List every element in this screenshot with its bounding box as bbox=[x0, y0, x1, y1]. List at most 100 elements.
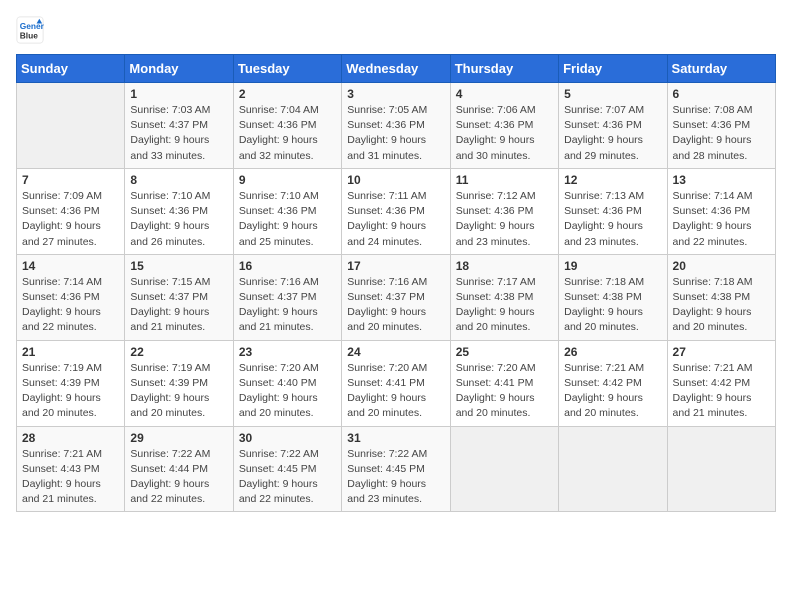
week-row-1: 7Sunrise: 7:09 AMSunset: 4:36 PMDaylight… bbox=[17, 168, 776, 254]
day-cell bbox=[450, 426, 558, 512]
day-cell: 1 Sunrise: 7:03 AMSunset: 4:37 PMDaylight… bbox=[125, 83, 233, 169]
day-cell bbox=[17, 83, 125, 169]
day-info: Sunrise: 7:04 AMSunset: 4:36 PMDaylight:… bbox=[239, 103, 336, 164]
day-number: 25 bbox=[456, 345, 553, 359]
day-number: 10 bbox=[347, 173, 444, 187]
weekday-header-saturday: Saturday bbox=[667, 55, 775, 83]
day-cell: 15 Sunrise: 7:15 AMSunset: 4:37 PMDayligh… bbox=[125, 254, 233, 340]
day-cell: 16 Sunrise: 7:16 AMSunset: 4:37 PMDayligh… bbox=[233, 254, 341, 340]
calendar-table: SundayMondayTuesdayWednesdayThursdayFrid… bbox=[16, 54, 776, 512]
day-cell: 26Sunrise: 7:21 AMSunset: 4:42 PMDayligh… bbox=[559, 340, 667, 426]
day-number: 20 bbox=[673, 259, 770, 273]
weekday-header-friday: Friday bbox=[559, 55, 667, 83]
day-info: Sunrise: 7:19 AMSunset: 4:39 PMDaylight:… bbox=[130, 361, 227, 422]
day-cell: 21 Sunrise: 7:19 AMSunset: 4:39 PMDayligh… bbox=[17, 340, 125, 426]
day-number: 18 bbox=[456, 259, 553, 273]
day-info: Sunrise: 7:03 AMSunset: 4:37 PMDaylight:… bbox=[130, 103, 227, 164]
week-row-3: 21 Sunrise: 7:19 AMSunset: 4:39 PMDayligh… bbox=[17, 340, 776, 426]
day-cell: 27 Sunrise: 7:21 AMSunset: 4:42 PMDayligh… bbox=[667, 340, 775, 426]
day-number: 16 bbox=[239, 259, 336, 273]
day-info: Sunrise: 7:08 AMSunset: 4:36 PMDaylight:… bbox=[673, 103, 770, 164]
day-number: 13 bbox=[673, 173, 770, 187]
day-info: Sunrise: 7:21 AMSunset: 4:43 PMDaylight:… bbox=[22, 447, 119, 508]
day-cell: 28 Sunrise: 7:21 AMSunset: 4:43 PMDayligh… bbox=[17, 426, 125, 512]
day-info: Sunrise: 7:22 AMSunset: 4:45 PMDaylight:… bbox=[347, 447, 444, 508]
day-info: Sunrise: 7:21 AMSunset: 4:42 PMDaylight:… bbox=[564, 361, 661, 422]
day-info: Sunrise: 7:20 AMSunset: 4:41 PMDaylight:… bbox=[456, 361, 553, 422]
day-cell: 11 Sunrise: 7:12 AMSunset: 4:36 PMDayligh… bbox=[450, 168, 558, 254]
weekday-header-wednesday: Wednesday bbox=[342, 55, 450, 83]
day-number: 11 bbox=[456, 173, 553, 187]
day-cell: 5Sunrise: 7:07 AMSunset: 4:36 PMDaylight… bbox=[559, 83, 667, 169]
day-info: Sunrise: 7:15 AMSunset: 4:37 PMDaylight:… bbox=[130, 275, 227, 336]
day-number: 6 bbox=[673, 87, 770, 101]
day-info: Sunrise: 7:14 AMSunset: 4:36 PMDaylight:… bbox=[22, 275, 119, 336]
day-number: 19 bbox=[564, 259, 661, 273]
day-number: 15 bbox=[130, 259, 227, 273]
day-number: 27 bbox=[673, 345, 770, 359]
day-number: 31 bbox=[347, 431, 444, 445]
day-cell: 13 Sunrise: 7:14 AMSunset: 4:36 PMDayligh… bbox=[667, 168, 775, 254]
logo-icon: General Blue bbox=[16, 16, 44, 44]
day-info: Sunrise: 7:12 AMSunset: 4:36 PMDaylight:… bbox=[456, 189, 553, 250]
day-info: Sunrise: 7:18 AMSunset: 4:38 PMDaylight:… bbox=[673, 275, 770, 336]
day-cell: 4 Sunrise: 7:06 AMSunset: 4:36 PMDaylight… bbox=[450, 83, 558, 169]
day-number: 24 bbox=[347, 345, 444, 359]
day-number: 7 bbox=[22, 173, 119, 187]
day-info: Sunrise: 7:06 AMSunset: 4:36 PMDaylight:… bbox=[456, 103, 553, 164]
day-cell bbox=[559, 426, 667, 512]
day-cell: 20 Sunrise: 7:18 AMSunset: 4:38 PMDayligh… bbox=[667, 254, 775, 340]
day-cell: 29 Sunrise: 7:22 AMSunset: 4:44 PMDayligh… bbox=[125, 426, 233, 512]
day-info: Sunrise: 7:22 AMSunset: 4:45 PMDaylight:… bbox=[239, 447, 336, 508]
day-info: Sunrise: 7:16 AMSunset: 4:37 PMDaylight:… bbox=[239, 275, 336, 336]
day-number: 8 bbox=[130, 173, 227, 187]
day-cell: 22Sunrise: 7:19 AMSunset: 4:39 PMDayligh… bbox=[125, 340, 233, 426]
weekday-header-sunday: Sunday bbox=[17, 55, 125, 83]
day-number: 1 bbox=[130, 87, 227, 101]
day-number: 17 bbox=[347, 259, 444, 273]
day-number: 9 bbox=[239, 173, 336, 187]
day-number: 2 bbox=[239, 87, 336, 101]
day-number: 28 bbox=[22, 431, 119, 445]
day-info: Sunrise: 7:21 AMSunset: 4:42 PMDaylight:… bbox=[673, 361, 770, 422]
day-number: 14 bbox=[22, 259, 119, 273]
day-number: 4 bbox=[456, 87, 553, 101]
day-cell: 7Sunrise: 7:09 AMSunset: 4:36 PMDaylight… bbox=[17, 168, 125, 254]
day-info: Sunrise: 7:13 AMSunset: 4:36 PMDaylight:… bbox=[564, 189, 661, 250]
svg-text:Blue: Blue bbox=[20, 30, 38, 40]
day-cell: 18 Sunrise: 7:17 AMSunset: 4:38 PMDayligh… bbox=[450, 254, 558, 340]
day-info: Sunrise: 7:18 AMSunset: 4:38 PMDaylight:… bbox=[564, 275, 661, 336]
day-number: 21 bbox=[22, 345, 119, 359]
day-info: Sunrise: 7:14 AMSunset: 4:36 PMDaylight:… bbox=[673, 189, 770, 250]
page-header: General Blue bbox=[16, 16, 776, 44]
week-row-4: 28 Sunrise: 7:21 AMSunset: 4:43 PMDayligh… bbox=[17, 426, 776, 512]
day-cell: 25 Sunrise: 7:20 AMSunset: 4:41 PMDayligh… bbox=[450, 340, 558, 426]
day-cell bbox=[667, 426, 775, 512]
day-cell: 24Sunrise: 7:20 AMSunset: 4:41 PMDayligh… bbox=[342, 340, 450, 426]
logo: General Blue bbox=[16, 16, 48, 44]
weekday-header-thursday: Thursday bbox=[450, 55, 558, 83]
day-info: Sunrise: 7:11 AMSunset: 4:36 PMDaylight:… bbox=[347, 189, 444, 250]
day-info: Sunrise: 7:17 AMSunset: 4:38 PMDaylight:… bbox=[456, 275, 553, 336]
day-info: Sunrise: 7:22 AMSunset: 4:44 PMDaylight:… bbox=[130, 447, 227, 508]
day-info: Sunrise: 7:16 AMSunset: 4:37 PMDaylight:… bbox=[347, 275, 444, 336]
weekday-header-monday: Monday bbox=[125, 55, 233, 83]
day-info: Sunrise: 7:07 AMSunset: 4:36 PMDaylight:… bbox=[564, 103, 661, 164]
day-number: 3 bbox=[347, 87, 444, 101]
day-number: 29 bbox=[130, 431, 227, 445]
week-row-2: 14 Sunrise: 7:14 AMSunset: 4:36 PMDayligh… bbox=[17, 254, 776, 340]
week-row-0: 1 Sunrise: 7:03 AMSunset: 4:37 PMDaylight… bbox=[17, 83, 776, 169]
day-cell: 19 Sunrise: 7:18 AMSunset: 4:38 PMDayligh… bbox=[559, 254, 667, 340]
day-info: Sunrise: 7:05 AMSunset: 4:36 PMDaylight:… bbox=[347, 103, 444, 164]
day-cell: 17 Sunrise: 7:16 AMSunset: 4:37 PMDayligh… bbox=[342, 254, 450, 340]
day-number: 23 bbox=[239, 345, 336, 359]
day-cell: 30 Sunrise: 7:22 AMSunset: 4:45 PMDayligh… bbox=[233, 426, 341, 512]
day-info: Sunrise: 7:20 AMSunset: 4:40 PMDaylight:… bbox=[239, 361, 336, 422]
day-cell: 23 Sunrise: 7:20 AMSunset: 4:40 PMDayligh… bbox=[233, 340, 341, 426]
day-number: 30 bbox=[239, 431, 336, 445]
day-cell: 6 Sunrise: 7:08 AMSunset: 4:36 PMDaylight… bbox=[667, 83, 775, 169]
day-cell: 31 Sunrise: 7:22 AMSunset: 4:45 PMDayligh… bbox=[342, 426, 450, 512]
day-number: 12 bbox=[564, 173, 661, 187]
day-cell: 2 Sunrise: 7:04 AMSunset: 4:36 PMDaylight… bbox=[233, 83, 341, 169]
day-info: Sunrise: 7:19 AMSunset: 4:39 PMDaylight:… bbox=[22, 361, 119, 422]
